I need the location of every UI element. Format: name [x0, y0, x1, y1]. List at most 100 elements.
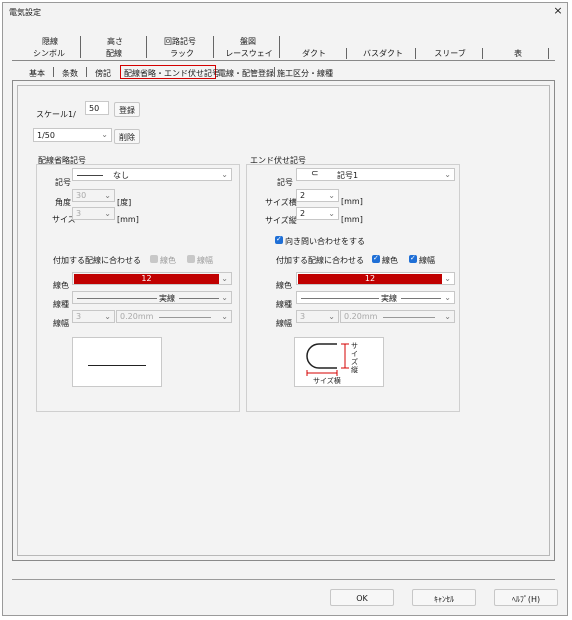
left-line-width-num: 3 [76, 312, 82, 321]
chevron-down-icon: ⌄ [328, 312, 335, 321]
right-line-width-num-select[interactable]: 3 ⌄ [296, 310, 339, 323]
left-symbol-label: 記号 [55, 178, 71, 187]
right-size-w-select[interactable]: 2 ⌄ [296, 189, 339, 202]
tab-divider [346, 48, 347, 59]
left-color-checkbox[interactable] [150, 255, 158, 263]
delete-button[interactable]: 削除 [114, 129, 140, 144]
left-angle-value: 30 [76, 191, 87, 200]
left-symbol-select[interactable]: なし ⌄ [72, 168, 232, 181]
tab-divider [213, 36, 214, 58]
tab-sleeve[interactable]: スリーブ [425, 48, 475, 59]
left-size-value: 3 [76, 209, 82, 218]
left-line-width-mm-select[interactable]: 0.20mm ⌄ [116, 310, 232, 323]
right-symbol-label: 記号 [277, 178, 293, 187]
right-size-w-label: サイズ横 [265, 198, 297, 207]
left-preview [72, 337, 162, 387]
right-symbol-value: 記号1 [337, 171, 359, 180]
tab-duct[interactable]: ダクト [292, 48, 336, 59]
right-line-color-swatch: 12 [298, 274, 442, 284]
end-cap-shape [306, 343, 337, 369]
left-line-color-swatch: 12 [74, 274, 219, 284]
right-line-width-mm-select[interactable]: 0.20mm ⌄ [340, 310, 455, 323]
left-size-unit: [mm] [117, 215, 139, 224]
left-line-width-label: 線幅 [53, 319, 69, 328]
right-size-w-value: 2 [300, 191, 306, 200]
solid-line-icon [77, 175, 103, 176]
tab-height[interactable]: 高さ [95, 36, 135, 47]
right-size-h-label: サイズ縦 [265, 216, 297, 225]
subtab-basic[interactable]: 基本 [29, 68, 45, 79]
right-width-check-label: 線幅 [419, 256, 435, 265]
chevron-down-icon: ⌄ [328, 191, 335, 200]
facing-inquiry-checkbox[interactable] [275, 235, 283, 244]
right-line-type-select[interactable]: 実線 ⌄ [296, 291, 455, 304]
subtab-wire-conduit[interactable]: 電線・配管登録 [218, 68, 274, 79]
tab-circuit-symbol[interactable]: 回路記号 [155, 36, 205, 47]
solid-line-icon [179, 298, 219, 299]
tab-divider [548, 48, 549, 59]
tab-rack[interactable]: ラック [160, 48, 204, 59]
left-angle-label: 角度 [55, 198, 71, 207]
left-line-width-mm: 0.20mm [120, 312, 154, 321]
chevron-down-icon: ⌄ [101, 130, 108, 139]
chevron-down-icon: ⌄ [221, 170, 228, 179]
tab-row-underline [12, 60, 555, 61]
chevron-down-icon: ⌄ [328, 209, 335, 218]
tab-symbol[interactable]: シンボル [24, 48, 74, 59]
left-line-type-value: 実線 [159, 294, 175, 303]
right-color-check-label: 線色 [382, 256, 398, 265]
left-line-color-select[interactable]: 12 ⌄ [72, 272, 232, 285]
solid-line-icon [159, 317, 211, 318]
right-symbol-select[interactable]: ⊂ 記号1 ⌄ [296, 168, 455, 181]
chevron-down-icon: ⌄ [444, 170, 451, 179]
left-angle-select[interactable]: 30 ⌄ [72, 189, 115, 202]
right-size-h-select[interactable]: 2 ⌄ [296, 207, 339, 220]
right-line-width-mm: 0.20mm [344, 312, 378, 321]
left-line-width-num-select[interactable]: 3 ⌄ [72, 310, 115, 323]
left-width-checkbox[interactable] [187, 255, 195, 263]
subtab-divider [53, 67, 54, 77]
chevron-down-icon: ⌄ [104, 312, 111, 321]
left-angle-unit: [度] [117, 198, 132, 207]
tab-table[interactable]: 表 [498, 48, 538, 59]
chevron-down-icon: ⌄ [221, 293, 228, 302]
chevron-down-icon: ⌄ [104, 191, 111, 200]
end-cover-preview: サイズ縦 サイズ横 [294, 337, 384, 387]
chevron-down-icon: ⌄ [221, 274, 228, 283]
tab-divider [482, 48, 483, 59]
subtab-wiring-omission[interactable]: 配線省略・エンド伏せ記号 [124, 68, 220, 79]
scale-select-value: 1/50 [37, 131, 55, 140]
left-line-color-label: 線色 [53, 281, 69, 290]
tab-panel-diagram[interactable]: 盤図 [228, 36, 268, 47]
scale-input[interactable]: 50 [85, 101, 109, 115]
cancel-button[interactable]: ｷｬﾝｾﾙ [412, 589, 476, 606]
tab-divider [80, 36, 81, 58]
right-color-checkbox[interactable] [372, 254, 380, 263]
help-button[interactable]: ﾍﾙﾌﾟ(H) [494, 589, 558, 606]
chevron-down-icon: ⌄ [104, 209, 111, 218]
chevron-down-icon: ⌄ [444, 312, 451, 321]
ok-button[interactable]: OK [330, 589, 394, 606]
tab-divider [415, 48, 416, 59]
scale-select[interactable]: 1/50 ⌄ [33, 128, 112, 142]
dialog-title: 電気設定 [9, 8, 41, 17]
tab-raceway[interactable]: レースウェイ [222, 48, 276, 59]
tab-wiring[interactable]: 配線 [92, 48, 136, 59]
right-size-w-unit: [mm] [341, 197, 363, 206]
subtab-count[interactable]: 条数 [62, 68, 78, 79]
tab-hidden-line[interactable]: 隠線 [30, 36, 70, 47]
left-width-check-label: 線幅 [197, 256, 213, 265]
chevron-down-icon: ⌄ [444, 293, 451, 302]
preview-vertical-label: サイズ縦 [351, 342, 358, 374]
subtab-note[interactable]: 傍記 [95, 68, 111, 79]
solid-line-icon [401, 298, 441, 299]
right-line-type-label: 線種 [276, 300, 292, 309]
register-button[interactable]: 登録 [114, 102, 140, 117]
left-size-select[interactable]: 3 ⌄ [72, 207, 115, 220]
tab-busduct[interactable]: バスダクト [356, 48, 410, 59]
subtab-construction-linetype[interactable]: 施工区分・線種 [277, 68, 333, 79]
right-line-color-select[interactable]: 12 ⌄ [296, 272, 455, 285]
close-icon[interactable]: × [552, 4, 564, 17]
right-width-checkbox[interactable] [409, 254, 417, 263]
left-line-type-select[interactable]: 実線 ⌄ [72, 291, 232, 304]
